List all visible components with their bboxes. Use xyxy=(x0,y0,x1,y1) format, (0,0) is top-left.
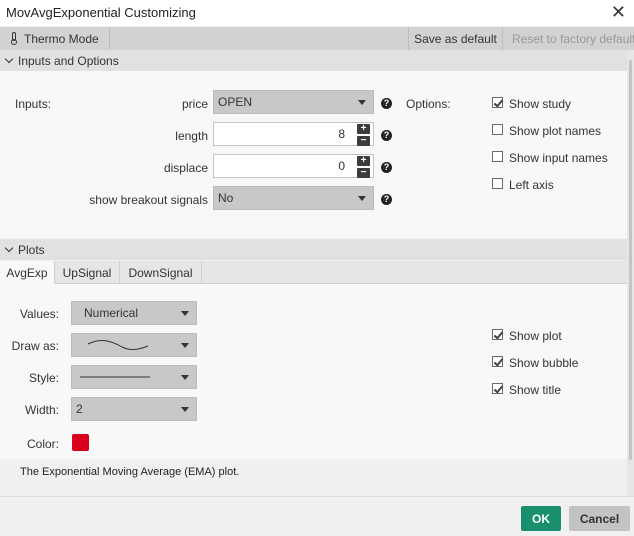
caret-down-icon xyxy=(181,311,189,316)
help-icon[interactable]: ? xyxy=(381,130,392,141)
cancel-button[interactable]: Cancel xyxy=(569,506,630,531)
decrement-button[interactable]: − xyxy=(357,168,370,178)
show-bubble-label[interactable]: Show bubble xyxy=(509,356,578,370)
values-select[interactable]: Numerical xyxy=(71,301,197,325)
inputs-options-body: Inputs: price OPEN ? length 8 + − ? disp… xyxy=(0,71,627,238)
show-title-checkbox[interactable] xyxy=(492,383,503,394)
price-value: OPEN xyxy=(218,95,253,109)
length-value: 8 xyxy=(338,127,345,141)
show-title-label[interactable]: Show title xyxy=(509,383,561,397)
chevron-down-icon xyxy=(4,54,14,64)
solid-line-icon xyxy=(80,376,150,378)
dialog-footer: OK Cancel xyxy=(0,496,634,536)
plot-tabs: AvgExp UpSignal DownSignal xyxy=(0,261,627,285)
help-icon[interactable]: ? xyxy=(381,98,392,109)
decrement-button[interactable]: − xyxy=(357,136,370,146)
breakout-signals-label: show breakout signals xyxy=(89,193,208,207)
increment-button[interactable]: + xyxy=(357,156,370,166)
thermo-mode-button[interactable]: Thermo Mode xyxy=(0,27,110,50)
caret-down-icon xyxy=(358,196,366,201)
vertical-scrollbar[interactable] xyxy=(627,50,634,496)
values-label: Values: xyxy=(19,307,59,321)
show-plot-label[interactable]: Show plot xyxy=(509,329,562,343)
toolbar: Thermo Mode Save as default Reset to fac… xyxy=(0,27,634,50)
length-stepper[interactable]: + − xyxy=(357,124,370,148)
width-label: Width: xyxy=(24,403,59,417)
caret-down-icon xyxy=(181,407,189,412)
close-icon[interactable]: ✕ xyxy=(611,2,626,22)
options-label: Options: xyxy=(406,97,451,111)
tab-upsignal[interactable]: UpSignal xyxy=(55,261,120,284)
tab-downsignal[interactable]: DownSignal xyxy=(120,261,202,284)
scrollbar-thumb[interactable] xyxy=(629,60,632,460)
inputs-label: Inputs: xyxy=(15,97,52,111)
save-as-default-button[interactable]: Save as default xyxy=(408,27,503,50)
help-icon[interactable]: ? xyxy=(381,194,392,205)
customizing-dialog: MovAvgExponential Customizing ✕ Thermo M… xyxy=(0,0,634,536)
displace-input[interactable]: 0 xyxy=(213,154,374,178)
show-plot-names-checkbox[interactable] xyxy=(492,124,503,135)
show-bubble-checkbox[interactable] xyxy=(492,356,503,367)
displace-value: 0 xyxy=(338,159,345,173)
values-value: Numerical xyxy=(84,306,139,320)
line-curve-icon xyxy=(87,339,149,350)
displace-stepper[interactable]: + − xyxy=(357,156,370,180)
caret-down-icon xyxy=(181,343,189,348)
window-title: MovAvgExponential Customizing xyxy=(6,5,196,20)
caret-down-icon xyxy=(358,100,366,105)
show-plot-checkbox[interactable] xyxy=(492,329,503,340)
length-label: length xyxy=(175,129,208,143)
price-label: price xyxy=(181,97,208,111)
inputs-options-header[interactable]: Inputs and Options xyxy=(0,50,627,71)
thermo-mode-label: Thermo Mode xyxy=(24,31,99,46)
increment-button[interactable]: + xyxy=(357,124,370,134)
show-plot-names-label[interactable]: Show plot names xyxy=(509,124,601,138)
draw-as-label: Draw as: xyxy=(11,339,59,353)
plots-header[interactable]: Plots xyxy=(0,239,627,260)
color-label: Color: xyxy=(26,437,59,451)
show-study-label[interactable]: Show study xyxy=(509,97,571,111)
inputs-options-title: Inputs and Options xyxy=(18,53,119,68)
plot-settings-body: Values: Numerical Draw as: Style: Width:… xyxy=(0,284,627,459)
plot-description: The Exponential Moving Average (EMA) plo… xyxy=(16,459,627,495)
caret-down-icon xyxy=(181,375,189,380)
ok-button[interactable]: OK xyxy=(521,506,561,531)
displace-label: displace xyxy=(163,161,208,175)
show-study-checkbox[interactable] xyxy=(492,97,503,108)
style-label: Style: xyxy=(28,371,59,385)
left-axis-checkbox[interactable] xyxy=(492,178,503,189)
length-input[interactable]: 8 xyxy=(213,122,374,146)
width-value: 2 xyxy=(76,402,83,416)
plots-title: Plots xyxy=(18,242,45,257)
breakout-signals-select[interactable]: No xyxy=(213,186,374,210)
style-select[interactable] xyxy=(71,365,197,389)
reset-factory-default-button[interactable]: Reset to factory default xyxy=(504,27,634,50)
left-axis-label[interactable]: Left axis xyxy=(509,178,554,192)
help-icon[interactable]: ? xyxy=(381,162,392,173)
title-bar: MovAvgExponential Customizing ✕ xyxy=(0,0,634,26)
color-swatch[interactable] xyxy=(72,434,89,451)
price-select[interactable]: OPEN xyxy=(213,90,374,114)
breakout-signals-value: No xyxy=(218,191,234,205)
draw-as-select[interactable] xyxy=(71,333,197,357)
chevron-down-icon xyxy=(4,243,14,253)
thermometer-icon xyxy=(11,32,17,45)
show-input-names-label[interactable]: Show input names xyxy=(509,151,608,165)
tab-avgexp[interactable]: AvgExp xyxy=(0,261,55,285)
show-input-names-checkbox[interactable] xyxy=(492,151,503,162)
width-select[interactable]: 2 xyxy=(71,397,197,421)
